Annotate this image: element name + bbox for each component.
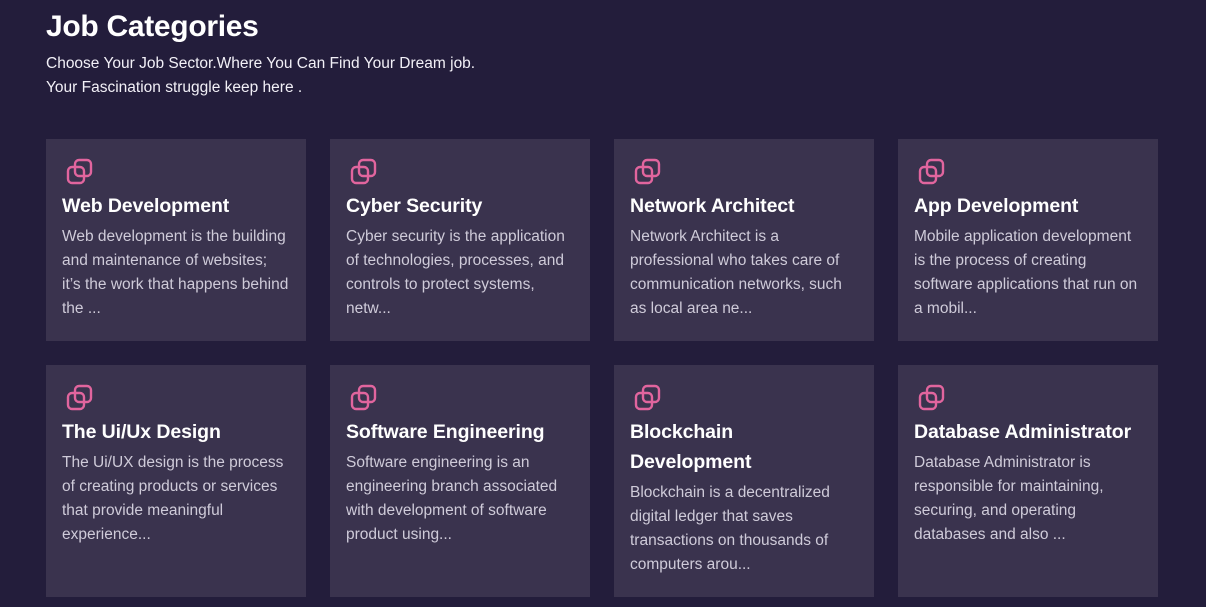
copy-icon: [350, 158, 377, 185]
section-header: Job Categories Choose Your Job Sector.Wh…: [46, 8, 475, 100]
copy-icon: [634, 158, 661, 185]
category-title: Software Engineering: [346, 421, 545, 443]
category-description: Software engineering is an engineering b…: [346, 454, 558, 543]
subtitle-line-1: Choose Your Job Sector.Where You Can Fin…: [46, 55, 476, 72]
page-title: Job Categories: [46, 10, 259, 43]
category-card-web-development[interactable]: Web Development Web development is the b…: [46, 139, 306, 341]
copy-icon: [918, 384, 945, 411]
category-title: Network Architect: [630, 195, 795, 217]
category-description: Database Administrator is responsible fo…: [914, 454, 1104, 543]
category-card-software-engineering[interactable]: Software Engineering Software engineerin…: [330, 365, 590, 597]
category-card-database-administrator[interactable]: Database Administrator Database Administ…: [898, 365, 1158, 597]
page-subtitle: Choose Your Job Sector.Where You Can Fin…: [46, 52, 475, 100]
category-card-app-development[interactable]: App Development Mobile application devel…: [898, 139, 1158, 341]
copy-icon: [66, 384, 93, 411]
category-description: Web development is the building and main…: [62, 228, 289, 317]
category-card-ui-ux-design[interactable]: The Ui/Ux Design The Ui/UX design is the…: [46, 365, 306, 597]
category-card-cyber-security[interactable]: Cyber Security Cyber security is the app…: [330, 139, 590, 341]
category-card-blockchain-development[interactable]: Blockchain Development Blockchain is a d…: [614, 365, 874, 597]
category-title: Database Administrator: [914, 421, 1132, 443]
category-grid: Web Development Web development is the b…: [46, 139, 1158, 597]
category-card-network-architect[interactable]: Network Architect Network Architect is a…: [614, 139, 874, 341]
category-description: Network Architect is a professional who …: [630, 228, 842, 317]
category-title: Blockchain Development: [630, 421, 752, 473]
category-title: App Development: [914, 195, 1079, 217]
category-description: Blockchain is a decentralized digital le…: [630, 484, 830, 573]
category-title: Cyber Security: [346, 195, 483, 217]
copy-icon: [350, 384, 377, 411]
copy-icon: [634, 384, 661, 411]
category-title: Web Development: [62, 195, 230, 217]
job-categories-section: Job Categories Choose Your Job Sector.Wh…: [0, 0, 1206, 607]
subtitle-line-2: Your Fascination struggle keep here .: [46, 79, 303, 96]
category-description: Cyber security is the application of tec…: [346, 228, 565, 317]
copy-icon: [66, 158, 93, 185]
category-description: Mobile application development is the pr…: [914, 228, 1138, 317]
copy-icon: [918, 158, 945, 185]
category-title: The Ui/Ux Design: [62, 421, 221, 443]
category-description: The Ui/UX design is the process of creat…: [62, 454, 284, 543]
